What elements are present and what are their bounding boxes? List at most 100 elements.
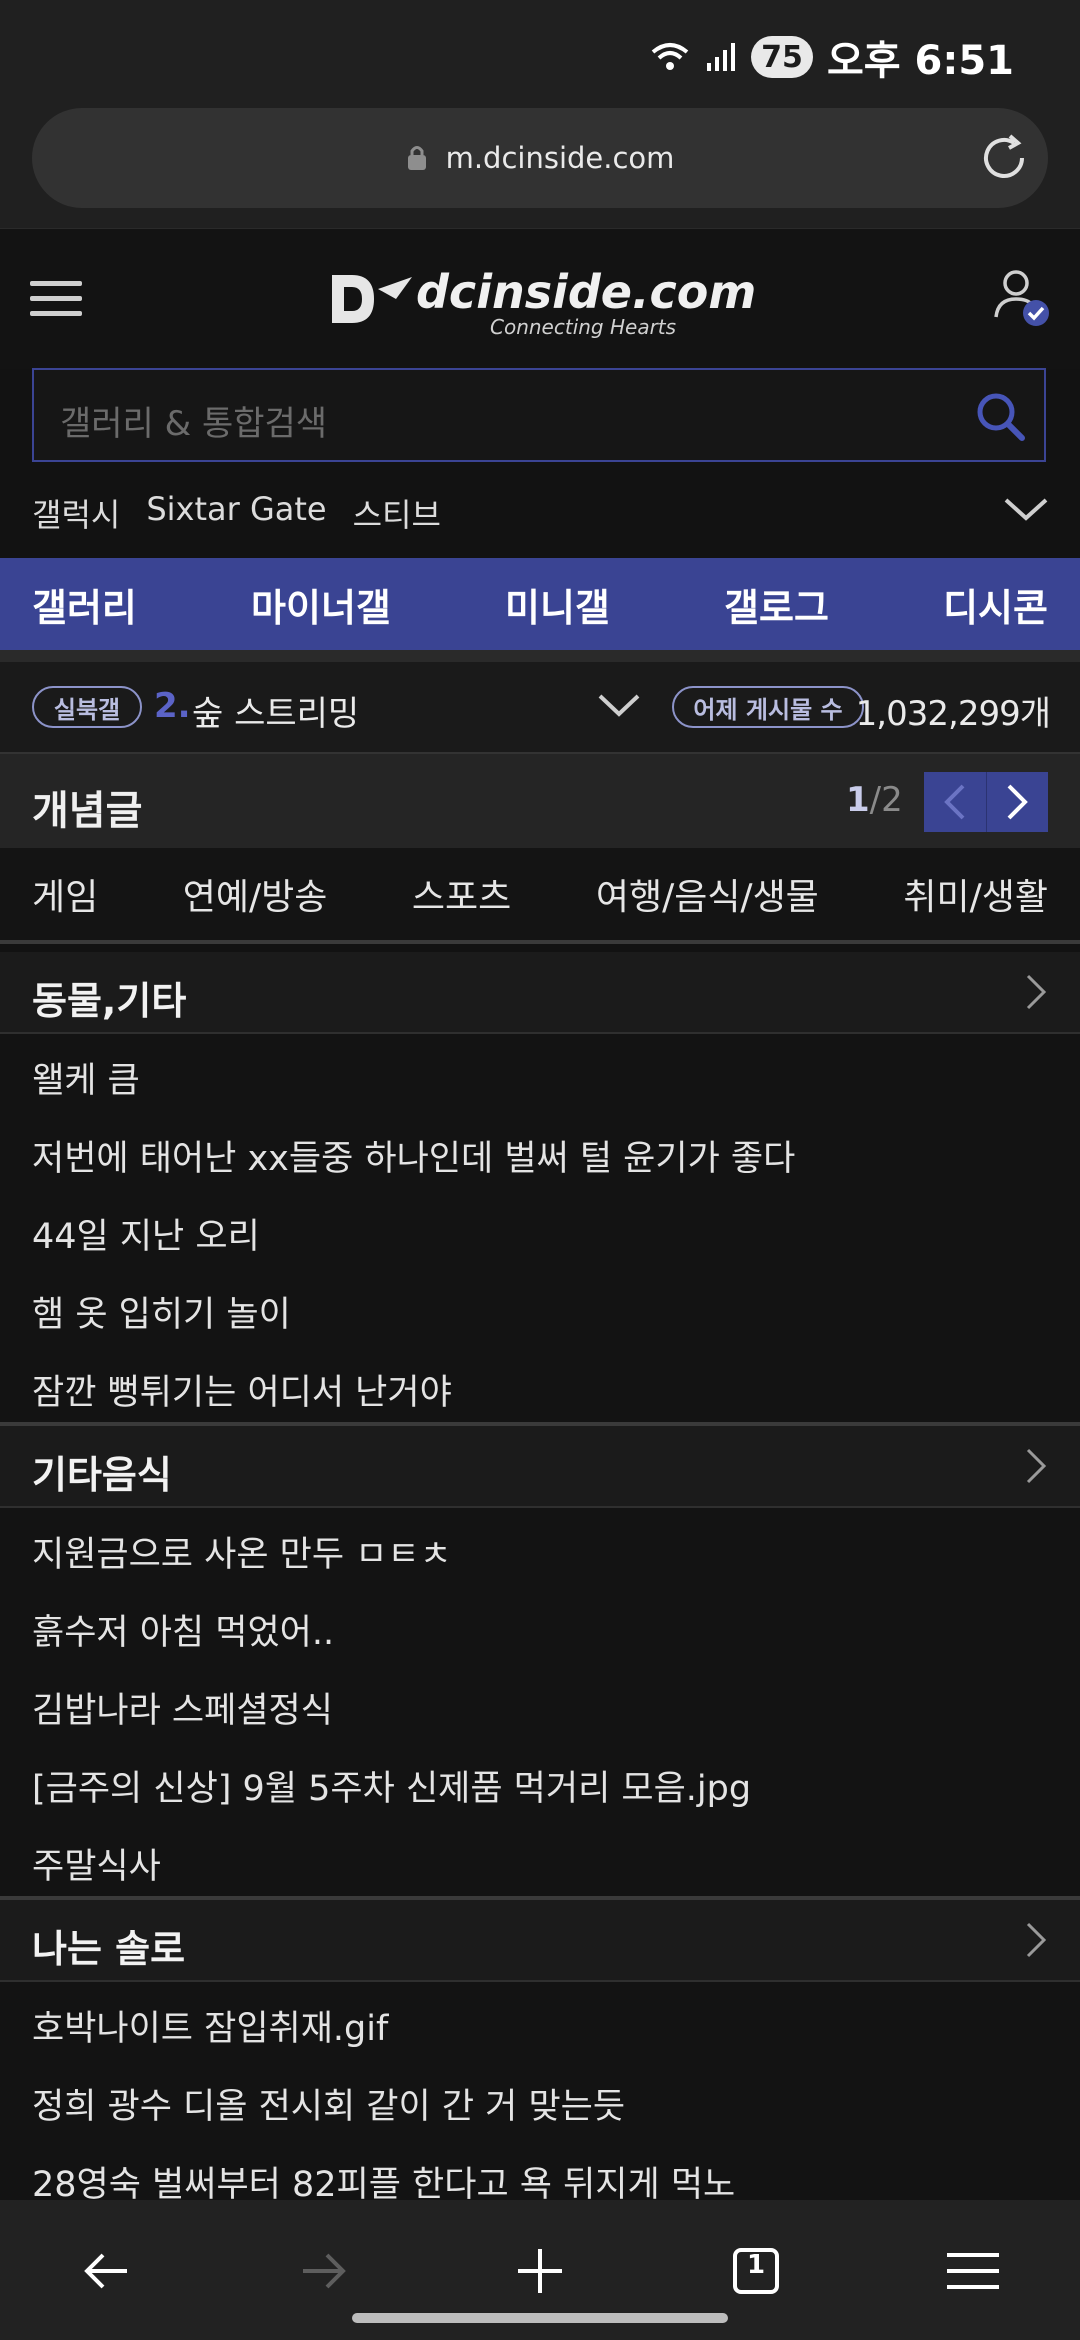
category-entertainment[interactable]: 연예/방송 — [183, 868, 328, 920]
post-title: 햄 옷 입히기 놀이 — [32, 1295, 291, 1335]
arrow-right-icon — [303, 2253, 346, 2289]
rank-number: 2. — [154, 686, 191, 726]
url-text: m.dcinside.com — [445, 141, 675, 175]
post-item[interactable]: 44일 지난 오리 — [0, 1190, 1080, 1270]
tabs-button[interactable]: 1 — [721, 2236, 791, 2306]
category-game[interactable]: 게임 — [32, 868, 98, 920]
nav-tab-minor-gallery[interactable]: 마이너갤 — [251, 577, 391, 632]
post-title: 김밥나라 스페셜정식 — [32, 1691, 333, 1731]
chevron-left-icon — [943, 784, 965, 820]
section-title: 나는 솔로 — [32, 1927, 186, 1971]
nav-tab-gallog[interactable]: 갤로그 — [724, 577, 829, 632]
post-item[interactable]: 호박나이트 잠입취재.gif — [0, 1982, 1080, 2062]
prev-page-button[interactable] — [924, 772, 987, 832]
chevron-right-icon — [1026, 974, 1047, 1010]
reload-icon[interactable] — [976, 130, 1032, 186]
category-tabs: 게임 연예/방송 스포츠 여행/음식/생물 취미/생활 — [0, 848, 1080, 944]
logo-name: dcinside.com — [416, 265, 757, 319]
category-hobby[interactable]: 취미/생활 — [903, 868, 1048, 920]
shortcut-galaxy[interactable]: 갤럭시 — [32, 490, 120, 536]
post-item[interactable]: 주말식사 — [0, 1820, 1080, 1900]
back-button[interactable] — [72, 2236, 142, 2306]
post-item[interactable]: 흙수저 아침 먹었어.. — [0, 1586, 1080, 1666]
battery-badge: 75 — [750, 36, 813, 78]
new-tab-button[interactable] — [505, 2236, 575, 2306]
user-verified-icon[interactable] — [992, 267, 1052, 329]
post-title: 저번에 태어난 xx들중 하나인데 벌써 털 윤기가 좋다 — [32, 1139, 796, 1179]
post-item[interactable]: 지원금으로 사온 만두 ㅁㅌㅊ — [0, 1508, 1080, 1588]
post-title: 지원금으로 사온 만두 ㅁㅌㅊ — [32, 1535, 452, 1575]
browser-menu-button[interactable] — [938, 2236, 1008, 2306]
post-title: 흙수저 아침 먹었어.. — [32, 1613, 335, 1653]
status-icons: 75 오후 6:51 — [649, 28, 1014, 86]
nav-tab-dccon[interactable]: 디시콘 — [943, 577, 1048, 632]
post-item[interactable]: 왤케 큼 — [0, 1034, 1080, 1114]
chevron-right-icon — [1007, 784, 1029, 820]
search-input[interactable]: 갤러리 & 통합검색 — [32, 368, 1046, 462]
section-title: 기타음식 — [32, 1453, 172, 1497]
forward-button[interactable] — [288, 2236, 358, 2306]
concept-posts-header: 개념글 1/2 — [0, 752, 1080, 850]
post-title: 주말식사 — [32, 1847, 161, 1887]
post-title: 잠깐 뻥튀기는 어디서 난거야 — [32, 1373, 452, 1413]
post-title: 왤케 큼 — [32, 1061, 140, 1101]
pager — [924, 772, 1048, 832]
category-sports[interactable]: 스포츠 — [412, 868, 511, 920]
next-page-button[interactable] — [987, 772, 1049, 832]
arrow-left-icon — [84, 2253, 127, 2289]
post-item[interactable]: 김밥나라 스페셜정식 — [0, 1664, 1080, 1744]
wifi-icon — [651, 43, 689, 70]
menu-icon — [947, 2253, 999, 2289]
post-title: 정희 광수 디올 전시회 같이 간 거 맞는듯 — [32, 2087, 626, 2127]
post-item[interactable]: 잠깐 뻥튀기는 어디서 난거야 — [0, 1346, 1080, 1426]
section-header[interactable]: 나는 솔로 — [0, 1900, 1080, 1982]
chevron-down-icon[interactable] — [596, 690, 642, 720]
search-placeholder: 갤러리 & 통합검색 — [60, 404, 328, 444]
post-title: [금주의 신상] 9월 5주차 신제품 먹거리 모음.jpg — [32, 1769, 752, 1809]
post-item[interactable]: 저번에 태어난 xx들중 하나인데 벌써 털 윤기가 좋다 — [0, 1112, 1080, 1192]
plus-icon — [518, 2249, 562, 2293]
nav-tab-gallery[interactable]: 갤러리 — [32, 577, 137, 632]
realtime-badge: 실북갤 — [32, 686, 142, 728]
chevron-right-icon — [1026, 1448, 1047, 1484]
section-header[interactable]: 기타음식 — [0, 1426, 1080, 1508]
divider — [0, 650, 1080, 662]
search-icon[interactable] — [972, 388, 1028, 444]
chevron-down-icon[interactable] — [1002, 494, 1050, 524]
post-title: 호박나이트 잠입취재.gif — [32, 2009, 389, 2049]
dc-logo-icon — [332, 275, 412, 323]
shortcut-gallery-list: 갤럭시 Sixtar Gate 스티브 — [32, 490, 441, 536]
home-indicator[interactable] — [352, 2313, 728, 2323]
browser-toolbar: m.dcinside.com — [0, 108, 1080, 228]
rank-gallery-title[interactable]: 숲 스트리밍 — [192, 686, 359, 735]
lock-icon — [407, 146, 426, 170]
status-bar: 75 오후 6:51 — [0, 0, 1080, 108]
main-nav: 갤러리 마이너갤 미니갤 갤로그 디시콘 — [0, 558, 1080, 650]
shortcut-sixtar-gate[interactable]: Sixtar Gate — [146, 490, 326, 536]
section-header[interactable]: 동물,기타 — [0, 952, 1080, 1034]
address-bar[interactable]: m.dcinside.com — [32, 108, 1048, 208]
realtime-ranking-bar: 실북갤 2. 숲 스트리밍 어제 게시물 수 1,032,299개 — [0, 662, 1080, 752]
category-travel-food[interactable]: 여행/음식/생물 — [596, 868, 819, 920]
post-item[interactable]: [금주의 신상] 9월 5주차 신제품 먹거리 모음.jpg — [0, 1742, 1080, 1822]
post-title: 44일 지난 오리 — [32, 1217, 260, 1257]
page-indicator: 1/2 — [846, 780, 903, 820]
post-count-label: 어제 게시물 수 — [672, 686, 864, 728]
section-title: 동물,기타 — [32, 979, 187, 1023]
page-current: 1 — [846, 780, 870, 820]
nav-tab-mini-gallery[interactable]: 미니갤 — [505, 577, 610, 632]
menu-icon[interactable] — [30, 279, 82, 319]
tab-count: 1 — [746, 2250, 766, 2280]
chevron-right-icon — [1026, 1922, 1047, 1958]
logo-tagline: Connecting Hearts — [490, 315, 677, 339]
post-item[interactable]: 햄 옷 입히기 놀이 — [0, 1268, 1080, 1348]
section-title: 개념글 — [32, 788, 143, 834]
clock: 오후 6:51 — [826, 38, 1014, 84]
post-item[interactable]: 정희 광수 디올 전시회 같이 간 거 맞는듯 — [0, 2060, 1080, 2140]
signal-icon — [706, 43, 735, 71]
site-logo[interactable]: dcinside.com Connecting Hearts — [326, 265, 756, 345]
site-header: dcinside.com Connecting Hearts — [0, 228, 1080, 369]
shortcut-steve[interactable]: 스티브 — [353, 490, 441, 536]
post-count-value: 1,032,299개 — [855, 694, 1051, 734]
page-total: /2 — [869, 780, 903, 820]
